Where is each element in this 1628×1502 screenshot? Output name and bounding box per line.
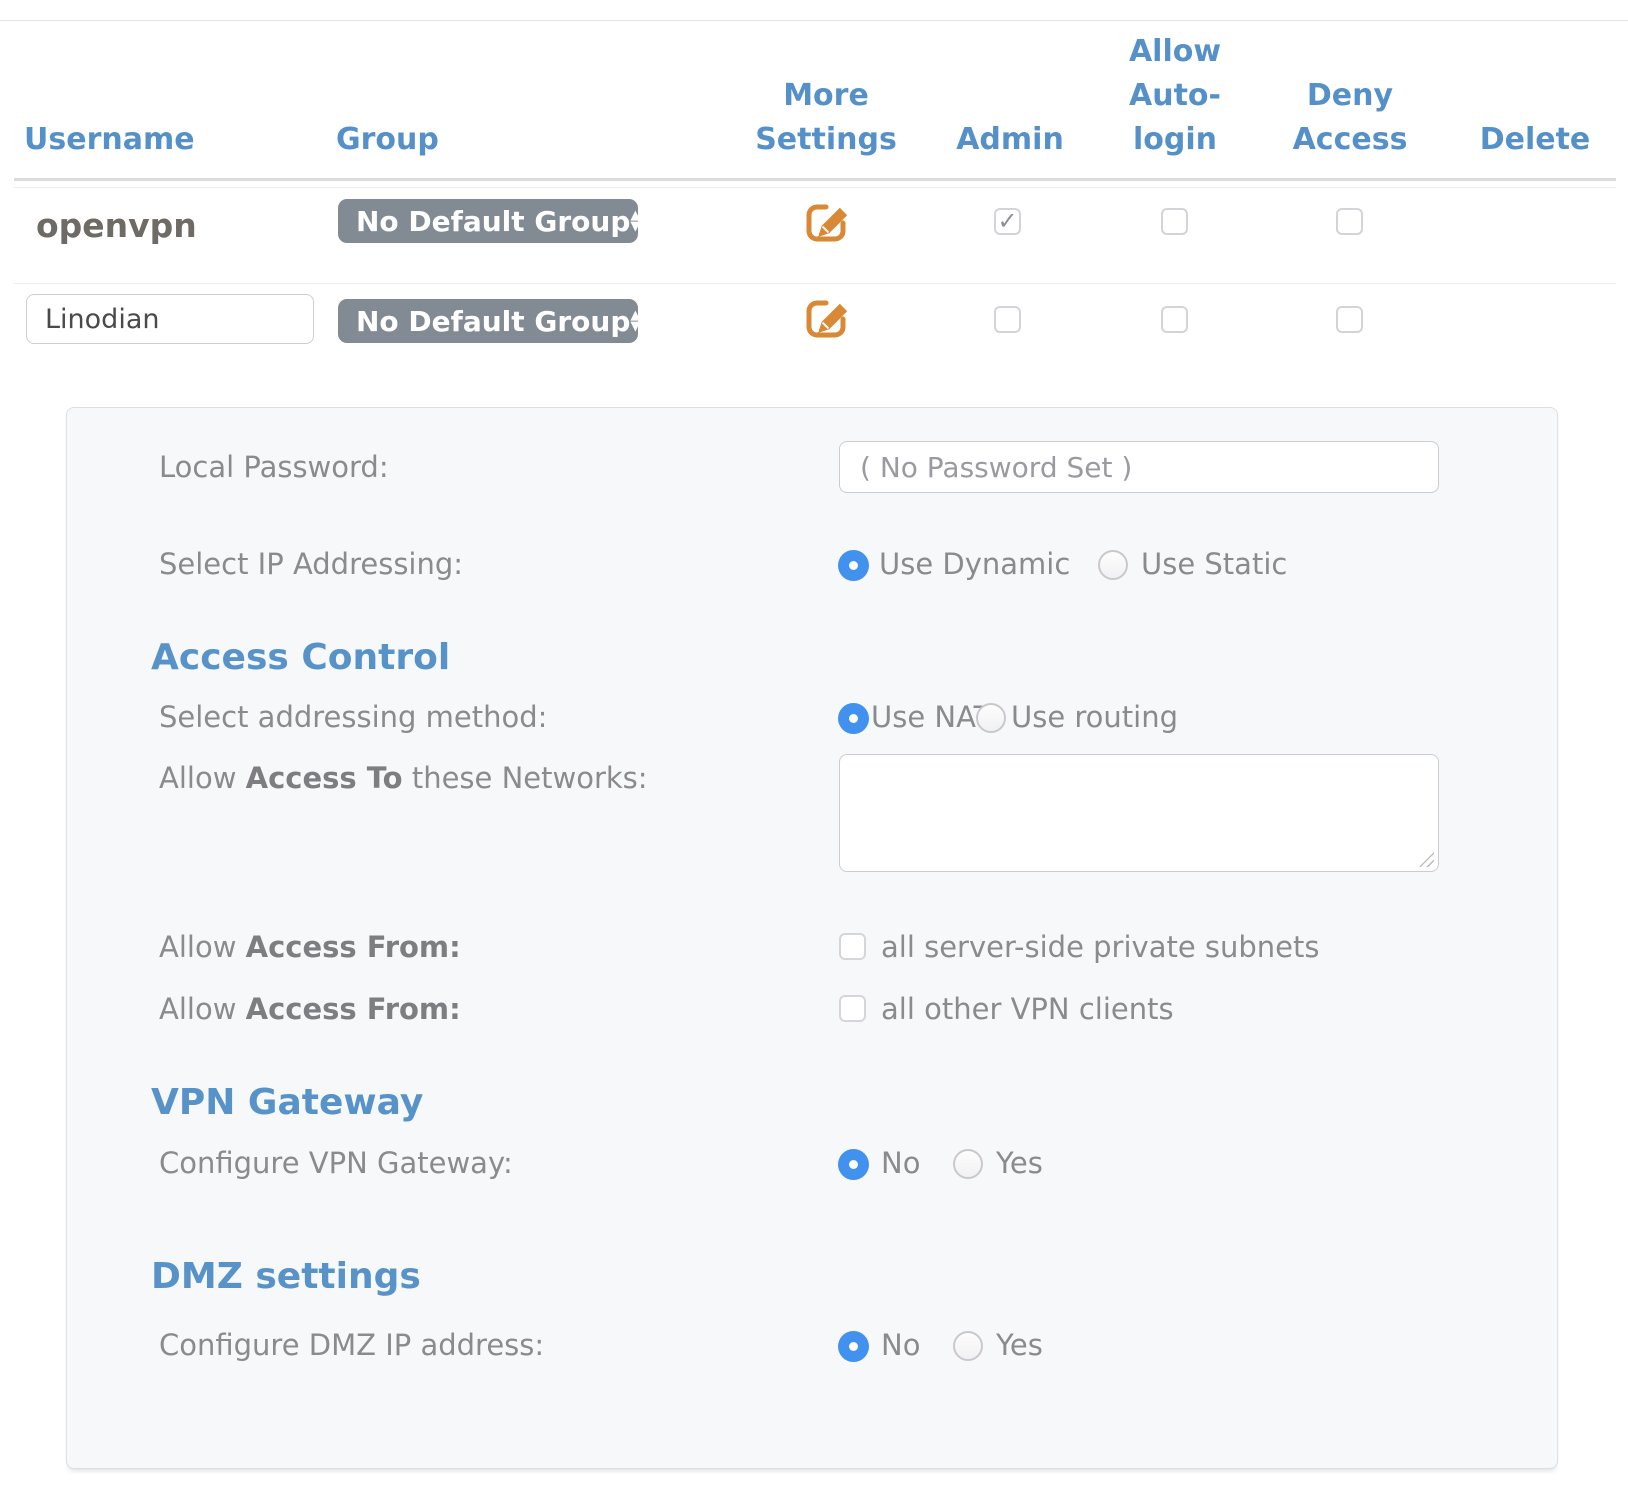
page-top-divider bbox=[0, 20, 1628, 21]
allow-auto-login-checkbox[interactable] bbox=[1161, 306, 1188, 333]
header-divider-thin bbox=[14, 187, 1616, 188]
column-header-deny-access: Deny Access bbox=[1293, 74, 1408, 162]
use-nat-radio[interactable] bbox=[838, 703, 869, 734]
use-static-radio[interactable] bbox=[1098, 550, 1128, 580]
use-nat-label: Use NAT bbox=[871, 699, 991, 735]
deny-access-checkbox[interactable] bbox=[1336, 208, 1363, 235]
more-settings-edit-button[interactable] bbox=[799, 291, 853, 345]
more-settings-edit-button[interactable] bbox=[799, 195, 853, 249]
use-static-label: Use Static bbox=[1141, 546, 1287, 582]
use-dynamic-label: Use Dynamic bbox=[879, 546, 1070, 582]
use-routing-radio[interactable] bbox=[976, 703, 1006, 733]
dmz-yes-label: Yes bbox=[996, 1327, 1043, 1363]
access-to-networks-textarea[interactable] bbox=[839, 754, 1439, 872]
configure-dmz-label: Configure DMZ IP address: bbox=[159, 1327, 544, 1363]
dmz-no-label: No bbox=[881, 1327, 920, 1363]
header-divider bbox=[14, 178, 1616, 181]
admin-checkbox[interactable] bbox=[994, 306, 1021, 333]
column-header-group: Group bbox=[336, 118, 439, 162]
column-header-admin: Admin bbox=[956, 118, 1064, 162]
check-icon: ✓ bbox=[997, 209, 1017, 233]
access-from-subnets-checkbox[interactable] bbox=[839, 933, 866, 960]
select-caret-icon: ▲ ▼ bbox=[630, 310, 640, 332]
access-from-subnets-label: Allow Access From: bbox=[159, 929, 461, 965]
group-select[interactable]: No Default Group ▲ ▼ bbox=[338, 199, 638, 243]
edit-pencil-icon bbox=[799, 195, 853, 249]
column-header-delete: Delete bbox=[1480, 118, 1591, 162]
local-password-input[interactable] bbox=[839, 441, 1439, 493]
column-header-username: Username bbox=[24, 118, 195, 162]
access-control-heading: Access Control bbox=[151, 638, 450, 678]
access-from-clients-option: all other VPN clients bbox=[881, 991, 1174, 1027]
vpn-gateway-no-radio[interactable] bbox=[838, 1149, 869, 1180]
user-settings-panel: Local Password: Select IP Addressing: Us… bbox=[66, 407, 1558, 1469]
admin-checkbox[interactable]: ✓ bbox=[994, 208, 1021, 235]
dmz-no-radio[interactable] bbox=[838, 1331, 869, 1362]
configure-vpn-gateway-label: Configure VPN Gateway: bbox=[159, 1145, 513, 1181]
column-header-allow-auto-login: Allow Auto- login bbox=[1129, 30, 1221, 162]
table-row-username: openvpn bbox=[36, 206, 197, 246]
addressing-method-label: Select addressing method: bbox=[159, 699, 547, 735]
edit-pencil-icon bbox=[799, 291, 853, 345]
access-to-textarea-wrap bbox=[839, 754, 1439, 872]
allow-auto-login-checkbox[interactable] bbox=[1161, 208, 1188, 235]
group-select-value: No Default Group bbox=[356, 205, 630, 238]
group-select[interactable]: No Default Group ▲ ▼ bbox=[338, 299, 638, 343]
use-dynamic-radio[interactable] bbox=[838, 550, 869, 581]
access-from-clients-checkbox[interactable] bbox=[839, 995, 866, 1022]
vpn-gateway-no-label: No bbox=[881, 1145, 920, 1181]
new-username-input[interactable] bbox=[26, 294, 314, 344]
deny-access-checkbox[interactable] bbox=[1336, 306, 1363, 333]
access-from-subnets-option: all server-side private subnets bbox=[881, 929, 1320, 965]
access-to-label: Allow Access To these Networks: bbox=[159, 760, 648, 796]
group-select-value: No Default Group bbox=[356, 305, 630, 338]
local-password-label: Local Password: bbox=[159, 449, 389, 485]
select-caret-icon: ▲ ▼ bbox=[630, 210, 640, 232]
vpn-gateway-yes-label: Yes bbox=[996, 1145, 1043, 1181]
page: { "colors": { "accent_blue": "#5591c8", … bbox=[0, 0, 1628, 1502]
column-header-more-settings: More Settings bbox=[755, 74, 897, 162]
vpn-gateway-yes-radio[interactable] bbox=[953, 1149, 983, 1179]
access-from-clients-label: Allow Access From: bbox=[159, 991, 461, 1027]
vpn-gateway-heading: VPN Gateway bbox=[151, 1083, 423, 1123]
dmz-yes-radio[interactable] bbox=[953, 1331, 983, 1361]
ip-addressing-label: Select IP Addressing: bbox=[159, 546, 463, 582]
row-divider bbox=[14, 283, 1616, 284]
use-routing-label: Use routing bbox=[1011, 699, 1178, 735]
dmz-settings-heading: DMZ settings bbox=[151, 1257, 421, 1297]
